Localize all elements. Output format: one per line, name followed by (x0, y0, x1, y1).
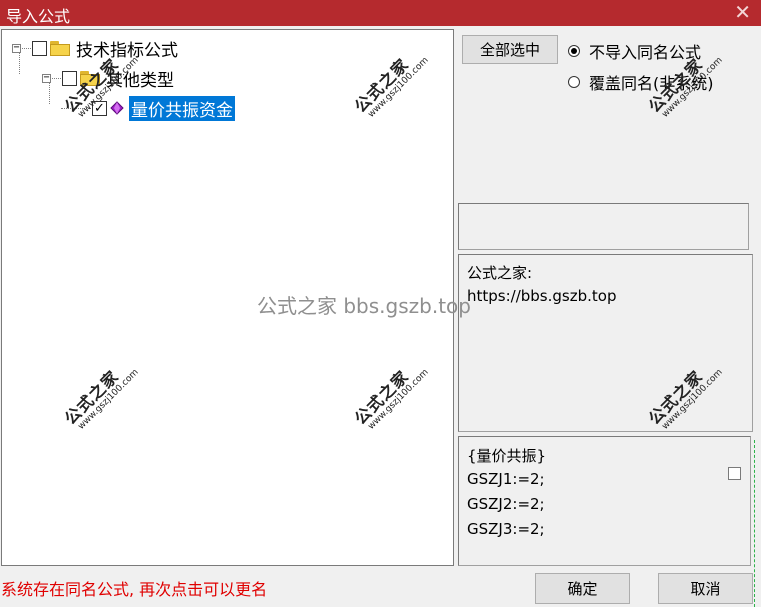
code-checkbox[interactable] (728, 467, 741, 480)
code-panel: {量价共振} GSZJ1:=2; GSZJ2:=2; GSZJ3:=2; (458, 436, 751, 566)
folder-icon (80, 70, 100, 86)
tree-node-volume-price-resonance[interactable]: ✓ 量价共振资金 (60, 95, 235, 121)
collapse-icon[interactable]: − (12, 43, 21, 53)
status-message: 系统存在同名公式, 再次点击可以更名 (1, 580, 268, 599)
tree-node-label-selected: 量价共振资金 (129, 95, 235, 121)
radio-no-import[interactable]: 不导入同名公式 (568, 39, 701, 63)
code-line: GSZJ1:=2; (467, 470, 545, 488)
collapse-icon[interactable]: − (42, 73, 51, 83)
tree-node-checkbox[interactable]: ✓ (92, 100, 107, 116)
tree-node-label: 技术指标公式 (76, 40, 178, 61)
close-icon[interactable]: ✕ (734, 0, 751, 24)
radio-button[interactable] (568, 76, 580, 88)
description-panel: 公式之家: https://bbs.gszb.top (458, 254, 753, 432)
edge-decoration (754, 440, 757, 607)
empty-field[interactable] (458, 203, 749, 250)
code-line: GSZJ2:=2; (467, 495, 545, 513)
window-title: 导入公式 (6, 7, 71, 26)
tree-node-technical-indicators[interactable]: − 技术指标公式 (12, 36, 178, 61)
radio-button-selected[interactable] (568, 45, 580, 57)
select-all-button[interactable]: 全部选中 (462, 35, 558, 64)
title-bar: 导入公式 ✕ (0, 0, 761, 26)
code-line: {量价共振} (467, 447, 547, 465)
code-line: GSZJ3:=2; (467, 520, 545, 538)
ok-button[interactable]: 确定 (535, 573, 630, 604)
radio-label: 覆盖同名(非系统) (589, 74, 714, 93)
formula-gem-icon (110, 101, 124, 115)
radio-label: 不导入同名公式 (589, 43, 702, 62)
folder-icon (50, 40, 70, 56)
tree-node-checkbox[interactable] (32, 40, 47, 56)
watermark-text: 公式之家 bbs.gszb.top (257, 294, 471, 318)
cancel-button[interactable]: 取消 (658, 573, 753, 604)
tree-node-label: 其他类型 (106, 70, 174, 91)
description-line: 公式之家: (467, 264, 533, 282)
description-line: https://bbs.gszb.top (467, 287, 617, 305)
radio-overwrite[interactable]: 覆盖同名(非系统) (568, 70, 714, 94)
tree-node-checkbox[interactable] (62, 70, 77, 86)
tree-node-other-types[interactable]: − 其他类型 (42, 66, 174, 91)
